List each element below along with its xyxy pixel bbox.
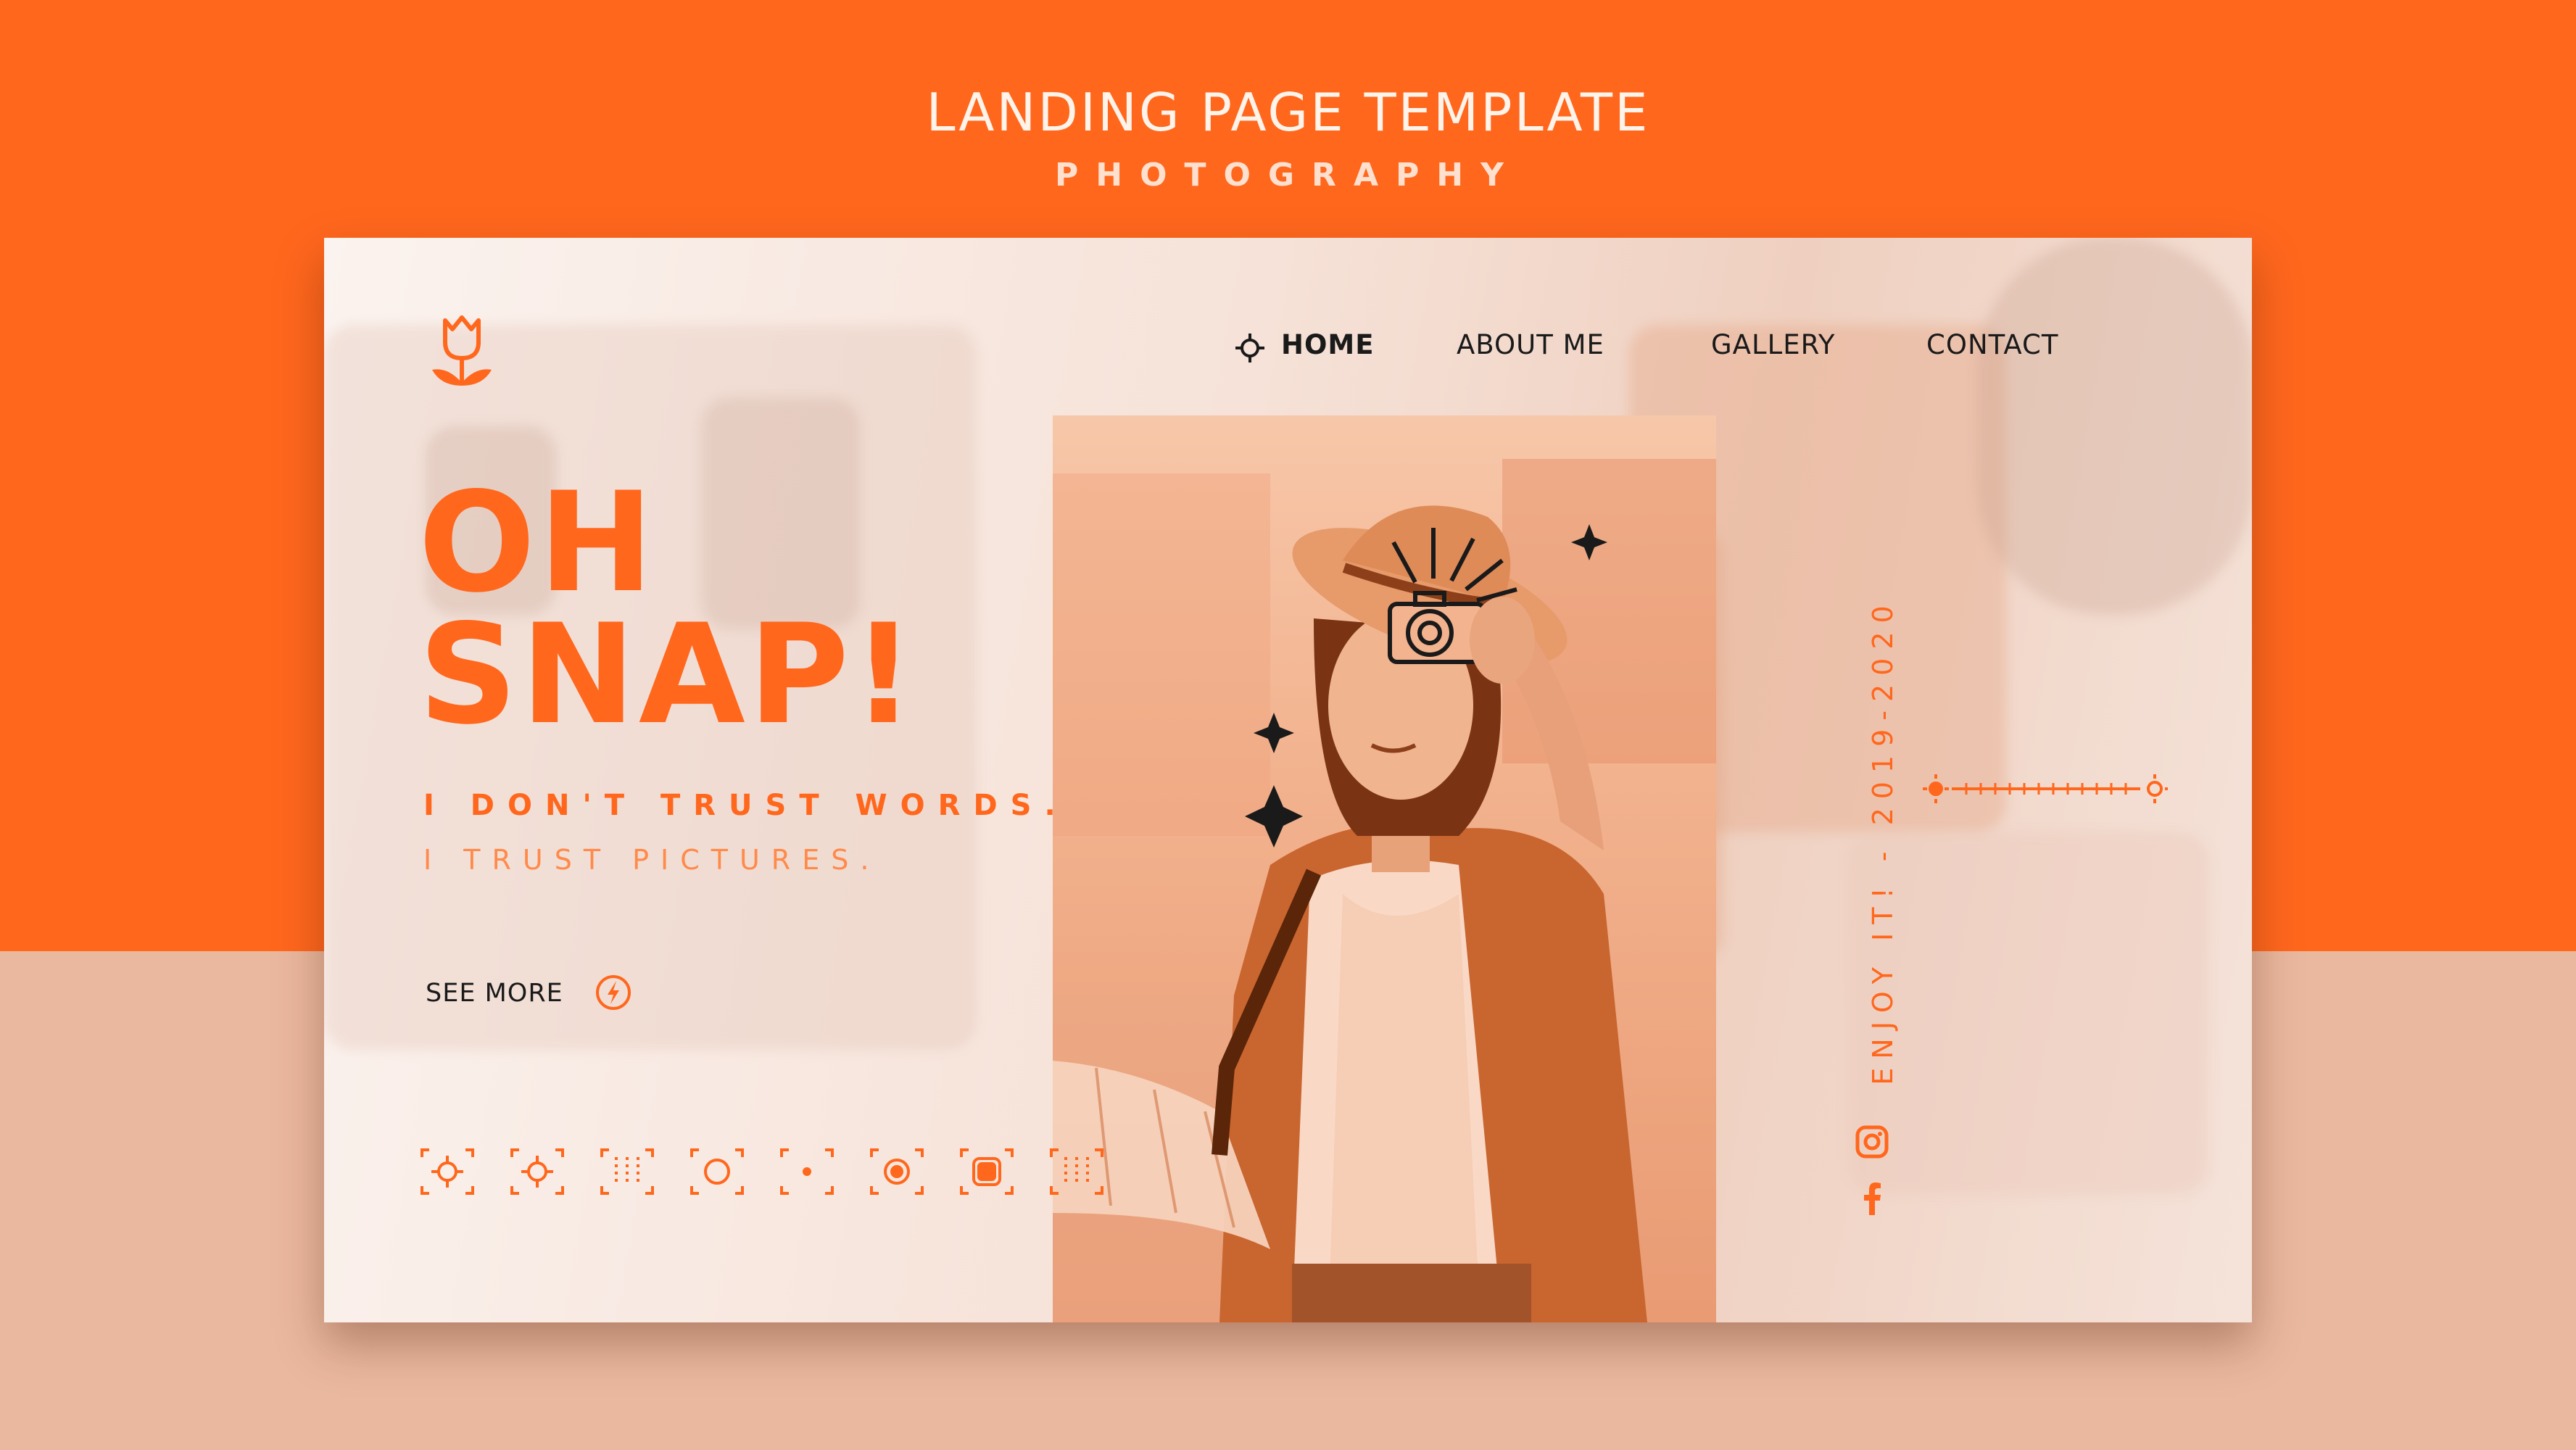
focus-icon[interactable] (421, 1148, 474, 1195)
ring-icon[interactable] (870, 1148, 924, 1195)
landing-page-card: HOME ABOUT ME GALLERY CONTACT OH SNAP! I… (324, 238, 2252, 1322)
bg-tree (1977, 238, 2252, 615)
lightning-icon[interactable] (595, 974, 632, 1011)
template-heading: LANDING PAGE TEMPLATE PHOTOGRAPHY (0, 80, 2576, 194)
woman-photographer-photo (1053, 459, 1716, 1322)
tulip-icon[interactable] (429, 310, 494, 390)
crosshair-icon (1235, 334, 1264, 362)
focus-icon[interactable] (510, 1148, 564, 1195)
nav-item-gallery[interactable]: GALLERY (1711, 329, 1836, 360)
circle-icon[interactable] (690, 1148, 744, 1195)
grid-icon[interactable] (1050, 1148, 1103, 1195)
hero-title-line1: OH (418, 463, 657, 623)
grid-icon[interactable] (600, 1148, 654, 1195)
template-subtitle: PHOTOGRAPHY (1055, 157, 1521, 194)
bg-street (1847, 832, 2209, 1195)
hero-tagline-secondary: I TRUST PICTURES. (423, 844, 881, 876)
vertical-caption: ENJOY IT! - 2019-2020 (1867, 597, 1899, 1085)
sun-icon (1929, 782, 1943, 796)
nav-label-home: HOME (1281, 329, 1375, 360)
instagram-icon[interactable] (1854, 1124, 1890, 1160)
hero-tagline-primary: I DON'T TRUST WORDS. (423, 789, 1069, 822)
nav-item-about[interactable]: ABOUT ME (1457, 329, 1604, 360)
template-title: LANDING PAGE TEMPLATE (926, 82, 1650, 143)
hero-title-line2: SNAP! (418, 594, 918, 755)
dot-icon[interactable] (780, 1148, 834, 1195)
camera-mode-icons (421, 1148, 1103, 1195)
facebook-icon[interactable] (1855, 1180, 1889, 1217)
hero-title: OH SNAP! (418, 463, 918, 755)
nav-item-contact[interactable]: CONTACT (1926, 329, 2058, 360)
exposure-slider[interactable] (1923, 767, 2169, 811)
see-more-link[interactable]: SEE MORE (426, 979, 563, 1008)
square-icon[interactable] (960, 1148, 1014, 1195)
